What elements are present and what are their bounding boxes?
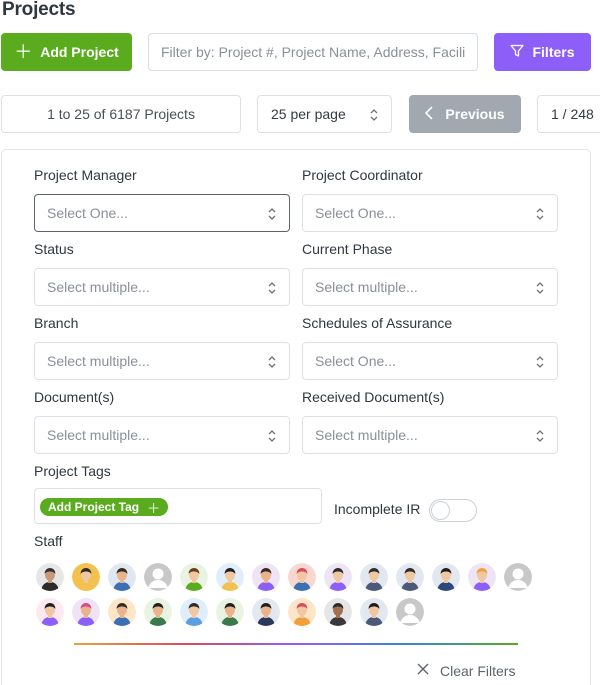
updown-chevron-icon [535,354,545,373]
current-phase-label: Current Phase [302,241,393,257]
chevron-left-icon [425,105,433,123]
filters-button[interactable]: Filters [494,33,591,71]
staff-avatar[interactable] [288,563,316,591]
status-select[interactable]: Select multiple... [34,268,290,306]
staff-label: Staff [34,533,63,549]
clear-filters-label: Clear Filters [440,662,516,679]
branch-select[interactable]: Select multiple... [34,342,290,380]
status-label: Status [34,241,74,257]
per-page-value: 25 per page [271,106,346,122]
received-documents-placeholder: Select multiple... [315,427,418,443]
filters-label: Filters [532,44,575,60]
status-placeholder: Select multiple... [47,279,150,295]
staff-avatar[interactable] [324,598,352,626]
staff-avatar[interactable] [504,563,532,591]
project-filter-input[interactable] [148,33,478,71]
received-documents-label: Received Document(s) [302,389,445,405]
staff-avatar[interactable] [468,563,496,591]
project-manager-label: Project Manager [34,167,137,183]
clear-filters-button[interactable]: Clear Filters [416,662,515,679]
staff-avatar[interactable] [36,598,64,626]
staff-avatar[interactable] [108,598,136,626]
project-coordinator-placeholder: Select One... [315,205,396,221]
received-documents-select[interactable]: Select multiple... [302,416,558,454]
previous-label: Previous [445,106,505,122]
staff-avatar[interactable] [360,563,388,591]
project-tags-field[interactable]: Add Project Tag ＋ [34,488,322,524]
updown-chevron-icon [267,428,277,447]
updown-chevron-icon [535,206,545,225]
updown-chevron-icon [535,280,545,299]
updown-chevron-icon [535,428,545,447]
staff-avatar[interactable] [396,598,424,626]
project-manager-select[interactable]: Select One... [34,194,290,232]
updown-chevron-icon [267,280,277,299]
staff-avatar[interactable] [396,563,424,591]
funnel-icon [510,44,525,61]
current-phase-placeholder: Select multiple... [315,279,418,295]
plus-icon: ＋ [14,42,33,62]
staff-avatar[interactable] [432,563,460,591]
gradient-divider [74,643,518,645]
staff-avatar[interactable] [144,563,172,591]
staff-avatar[interactable] [252,563,280,591]
documents-placeholder: Select multiple... [47,427,150,443]
project-tags-label: Project Tags [34,463,111,479]
staff-avatar[interactable] [36,563,64,591]
schedules-placeholder: Select One... [315,353,396,369]
incomplete-ir-label: Incomplete IR [334,501,421,517]
staff-avatar[interactable] [324,563,352,591]
add-project-button[interactable]: ＋ Add Project [1,33,132,71]
staff-avatar[interactable] [216,563,244,591]
page-title: Projects [2,0,76,20]
close-icon [416,662,430,679]
staff-avatar[interactable] [180,598,208,626]
staff-avatar[interactable] [288,598,316,626]
staff-avatar[interactable] [216,598,244,626]
branch-label: Branch [34,315,79,331]
staff-avatar[interactable] [108,563,136,591]
staff-avatar[interactable] [72,598,100,626]
toggle-knob [431,501,450,520]
add-project-tag-button[interactable]: Add Project Tag ＋ [40,498,169,516]
staff-avatar[interactable] [360,598,388,626]
updown-chevron-icon [267,206,277,225]
updown-chevron-icon [267,354,277,373]
schedules-select[interactable]: Select One... [302,342,558,380]
branch-placeholder: Select multiple... [47,353,150,369]
staff-avatar[interactable] [180,563,208,591]
add-project-tag-label: Add Project Tag [48,500,140,514]
staff-avatar[interactable] [144,598,172,626]
documents-select[interactable]: Select multiple... [34,416,290,454]
project-manager-placeholder: Select One... [47,205,128,221]
updown-chevron-icon [369,107,379,126]
staff-avatar[interactable] [252,598,280,626]
results-summary: 1 to 25 of 6187 Projects [1,95,241,133]
incomplete-ir-toggle[interactable] [429,499,477,522]
page-indicator: 1 / 248 [537,95,600,133]
add-project-label: Add Project [40,44,119,60]
current-phase-select[interactable]: Select multiple... [302,268,558,306]
schedules-label: Schedules of Assurance [302,315,453,331]
previous-page-button[interactable]: Previous [409,95,521,133]
plus-icon: ＋ [147,500,161,516]
documents-label: Document(s) [34,389,115,405]
staff-avatar[interactable] [72,563,100,591]
project-coordinator-label: Project Coordinator [302,167,423,183]
project-coordinator-select[interactable]: Select One... [302,194,558,232]
per-page-select[interactable]: 25 per page [257,95,392,133]
